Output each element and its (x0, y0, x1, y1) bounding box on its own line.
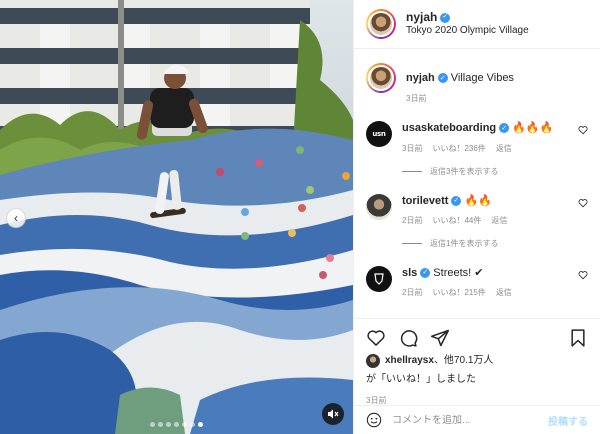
reply-button[interactable]: 返信 (496, 143, 512, 154)
post-location[interactable]: Tokyo 2020 Olympic Village (406, 25, 529, 38)
comment-timestamp[interactable]: 2日前 (402, 215, 422, 226)
comment-timestamp[interactable]: 3日前 (402, 143, 422, 154)
author-username[interactable]: nyjah (406, 10, 437, 25)
post-caption: nyjah ✓ Village Vibes 3日前 (366, 50, 588, 104)
add-comment-bar: 投稿する (354, 405, 600, 434)
mute-toggle-button[interactable] (322, 403, 344, 425)
share-paper-plane-icon[interactable] (430, 328, 450, 348)
comment-item: usn usaskateboarding ✓ 🔥🔥🔥 3日前 いいね！236件 … (366, 121, 588, 176)
likes-others[interactable]: 、他70.1万人 (434, 355, 493, 366)
caption-username[interactable]: nyjah (406, 71, 435, 85)
comment-list[interactable]: nyjah ✓ Village Vibes 3日前 usn usaskatebo… (354, 50, 600, 318)
comment-timestamp[interactable]: 2日前 (402, 287, 422, 298)
comment-text: Streets! ✔ (433, 266, 484, 279)
view-replies-button[interactable]: 返信3件を表示する (402, 166, 582, 177)
comment-like-heart-icon[interactable] (578, 270, 588, 280)
verified-badge-icon: ✓ (440, 12, 451, 23)
post-comment-button[interactable]: 投稿する (548, 413, 588, 428)
verified-badge-icon: ✓ (451, 195, 462, 206)
carousel-dot (190, 422, 195, 427)
reply-button[interactable]: 返信 (491, 215, 507, 226)
emoji-icon[interactable] (366, 412, 382, 428)
post-media[interactable]: ‹ (0, 0, 353, 434)
likes-suffix: が「いいね！」しました (366, 374, 476, 385)
comment-item: sls ✓ Streets! ✔ 2日前 いいね！215件 返信 (366, 265, 588, 298)
likes-summary: xhellraysx、他70.1万人 (366, 354, 588, 368)
carousel-dot (158, 422, 163, 427)
comment-text: 🔥🔥 (464, 194, 492, 207)
carousel-dot (174, 422, 179, 427)
verified-badge-icon: ✓ (437, 73, 448, 84)
commenter-avatar[interactable] (366, 193, 392, 220)
carousel-dot (166, 422, 171, 427)
speaker-muted-icon (328, 409, 339, 419)
commenter-username[interactable]: usaskateboarding (402, 121, 496, 135)
carousel-dot (198, 422, 203, 427)
liker-username[interactable]: xhellraysx (385, 355, 434, 366)
post-header: nyjah ✓ Tokyo 2020 Olympic Village (354, 0, 600, 49)
view-replies-label: 返信1件を表示する (430, 238, 499, 248)
caption-text: Village Vibes (450, 72, 514, 84)
previous-slide-button[interactable]: ‹ (6, 208, 26, 228)
save-bookmark-icon[interactable] (568, 328, 588, 348)
comment-text: 🔥🔥🔥 (512, 122, 554, 135)
comment-item: torilevett ✓ 🔥🔥 2日前 いいね！44件 返信 返信1件を表示する (366, 193, 588, 249)
view-replies-label: 返信3件を表示する (430, 166, 499, 176)
comment-like-count[interactable]: いいね！44件 (432, 215, 481, 226)
commenter-avatar[interactable]: usn (366, 121, 392, 148)
view-replies-button[interactable]: 返信1件を表示する (402, 238, 582, 249)
author-avatar[interactable] (366, 9, 396, 39)
comment-like-heart-icon[interactable] (578, 198, 588, 208)
caption-timestamp: 3日前 (406, 94, 427, 104)
skate-video-frame (0, 0, 353, 434)
carousel-indicator (0, 422, 353, 427)
comment-bubble-icon[interactable] (398, 328, 418, 348)
verified-badge-icon: ✓ (499, 123, 510, 134)
post-side-panel: nyjah ✓ Tokyo 2020 Olympic Village nyjah… (353, 0, 600, 434)
sls-logo-icon (374, 273, 384, 285)
commenter-username[interactable]: torilevett (402, 194, 448, 208)
commenter-username[interactable]: sls (402, 266, 417, 280)
commenter-avatar[interactable] (366, 265, 392, 292)
verified-badge-icon: ✓ (420, 268, 431, 279)
comment-like-heart-icon[interactable] (578, 125, 588, 135)
post-actions: xhellraysx、他70.1万人 が「いいね！」しました 3日前 (354, 318, 600, 406)
liker-avatar[interactable] (366, 354, 380, 368)
caption-avatar[interactable] (366, 63, 396, 93)
comment-like-count[interactable]: いいね！215件 (432, 287, 485, 298)
comment-input[interactable] (392, 414, 548, 426)
carousel-dot (182, 422, 187, 427)
comment-like-count[interactable]: いいね！236件 (432, 143, 485, 154)
carousel-dot (150, 422, 155, 427)
like-heart-icon[interactable] (366, 328, 386, 348)
reply-button[interactable]: 返信 (496, 287, 512, 298)
